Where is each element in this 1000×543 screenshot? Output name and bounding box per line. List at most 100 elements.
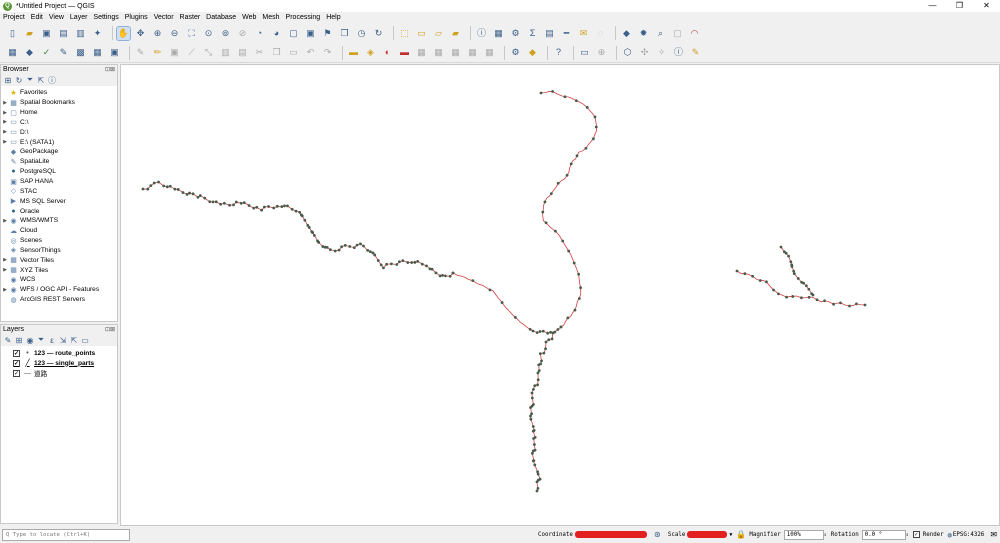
deselect-icon[interactable]: ▱ [432,27,445,40]
route-point[interactable] [280,205,284,208]
route-point[interactable] [185,193,189,196]
route-point[interactable] [544,221,548,225]
gauge-icon[interactable]: ◠ [688,27,701,40]
toggle-editing-icon[interactable]: ✏ [151,46,164,59]
layer-visibility-checkbox[interactable]: ✓ [13,359,20,367]
route-point[interactable] [531,459,535,463]
messages-icon[interactable]: ✉ [990,530,997,539]
route-point[interactable] [173,187,177,191]
route-point[interactable] [438,274,442,278]
route-point[interactable] [430,267,434,271]
route-point[interactable] [368,250,372,254]
rotation-spin-icon[interactable]: ⇕ [906,532,909,538]
route-point[interactable] [340,245,344,249]
route-point[interactable] [247,204,251,207]
route-point[interactable] [228,203,231,207]
route-point[interactable] [283,204,286,208]
route-point[interactable] [536,383,539,387]
route-point[interactable] [544,340,548,344]
route-point[interactable] [784,251,788,255]
panel-float-close-icon[interactable]: ⊡⊠ [105,326,115,333]
route-point[interactable] [420,262,424,266]
route-point[interactable] [529,414,532,418]
snapping-icon[interactable]: ▭ [578,46,591,59]
route-point[interactable] [537,363,541,367]
layer-visibility-checkbox[interactable]: ✓ [13,349,20,357]
route-point[interactable] [855,302,858,306]
route-point[interactable] [839,301,842,305]
route-point[interactable] [157,180,160,184]
save-project-icon[interactable]: ▣ [40,27,53,40]
expand-arrow-icon[interactable]: ▶ [1,119,9,125]
route-point[interactable] [549,192,553,196]
toggle-extents-icon[interactable]: ⊛ [651,528,664,541]
route-point[interactable] [294,209,298,213]
route-point[interactable] [547,338,551,342]
route-point[interactable] [448,274,452,278]
edit-pencil-icon[interactable]: ✎ [134,46,147,59]
save-edits-icon[interactable]: ▣ [168,46,181,59]
route-point[interactable] [811,293,815,297]
route-point[interactable] [211,200,215,204]
new-scratch-layer-icon[interactable]: ▩ [74,46,87,59]
route-point[interactable] [546,331,550,335]
route-point[interactable] [359,242,362,246]
route-point[interactable] [585,106,589,109]
route-point[interactable] [579,286,582,290]
route-point[interactable] [577,272,581,276]
route-point[interactable] [528,327,532,331]
field-calculator-icon[interactable]: ⚙ [509,27,522,40]
zoom-in-icon[interactable]: ⊕ [151,27,164,40]
route-point[interactable] [162,184,166,188]
route-point[interactable] [232,203,235,207]
route-point[interactable] [337,248,341,252]
scale-dropdown-icon[interactable]: ▼ [729,532,732,538]
statistics-icon[interactable]: Σ [526,27,539,40]
plugin-python-icon[interactable]: ◆ [620,27,633,40]
browser-item[interactable]: ▶ ▭ E:\ (SATA1) [1,137,117,147]
help-icon[interactable]: ? [552,46,565,59]
menu-vector[interactable]: Vector [154,14,174,21]
zoom-out-icon[interactable]: ⊖ [168,27,181,40]
route-point[interactable] [541,329,545,333]
identify-icon[interactable]: ⓘ [475,27,488,40]
route-point[interactable] [401,259,405,263]
refresh-icon[interactable]: ↻ [14,76,24,85]
route-point[interactable] [376,259,380,262]
route-point[interactable] [263,205,266,209]
route-point[interactable] [550,337,554,341]
browser-item[interactable]: ▶ ▢ Home [1,108,117,118]
snapping-target-icon[interactable]: ⊕ [595,46,608,59]
coordinate-redacted-field[interactable] [574,531,647,538]
python-console-icon[interactable]: ◆ [526,46,539,59]
route-west-tail[interactable] [451,271,534,332]
route-point[interactable] [566,316,570,320]
route-point[interactable] [176,188,180,191]
route-point[interactable] [434,271,438,275]
route-point[interactable] [541,210,545,214]
copy-icon[interactable]: ❐ [270,46,283,59]
route-point[interactable] [352,246,356,249]
route-point[interactable] [751,274,755,278]
route-point[interactable] [242,201,246,205]
route-point[interactable] [168,184,172,188]
route-point[interactable] [538,330,542,333]
zoom-layer-icon[interactable]: ⊚ [219,27,232,40]
browser-item[interactable]: ★ Favorites [1,88,117,98]
zoom-next-icon[interactable]: ◕ [270,27,283,40]
route-point[interactable] [535,480,539,484]
expand-arrow-icon[interactable]: ▶ [1,139,9,145]
map-canvas[interactable] [120,64,1000,526]
route-point[interactable] [219,202,223,206]
route-point[interactable] [355,243,359,247]
info-icon[interactable]: ⓘ [672,46,685,59]
route-point[interactable] [815,298,819,302]
route-point[interactable] [556,181,560,185]
route-point[interactable] [275,204,279,208]
minimize-icon[interactable]: — [919,0,946,12]
zoom-last-icon[interactable]: ◔ [253,27,266,40]
route-point[interactable] [165,185,169,189]
collapse-all-icon[interactable]: ⇱ [36,76,46,85]
route-point[interactable] [141,187,145,191]
layer-visibility-checkbox[interactable]: ✓ [13,369,20,377]
